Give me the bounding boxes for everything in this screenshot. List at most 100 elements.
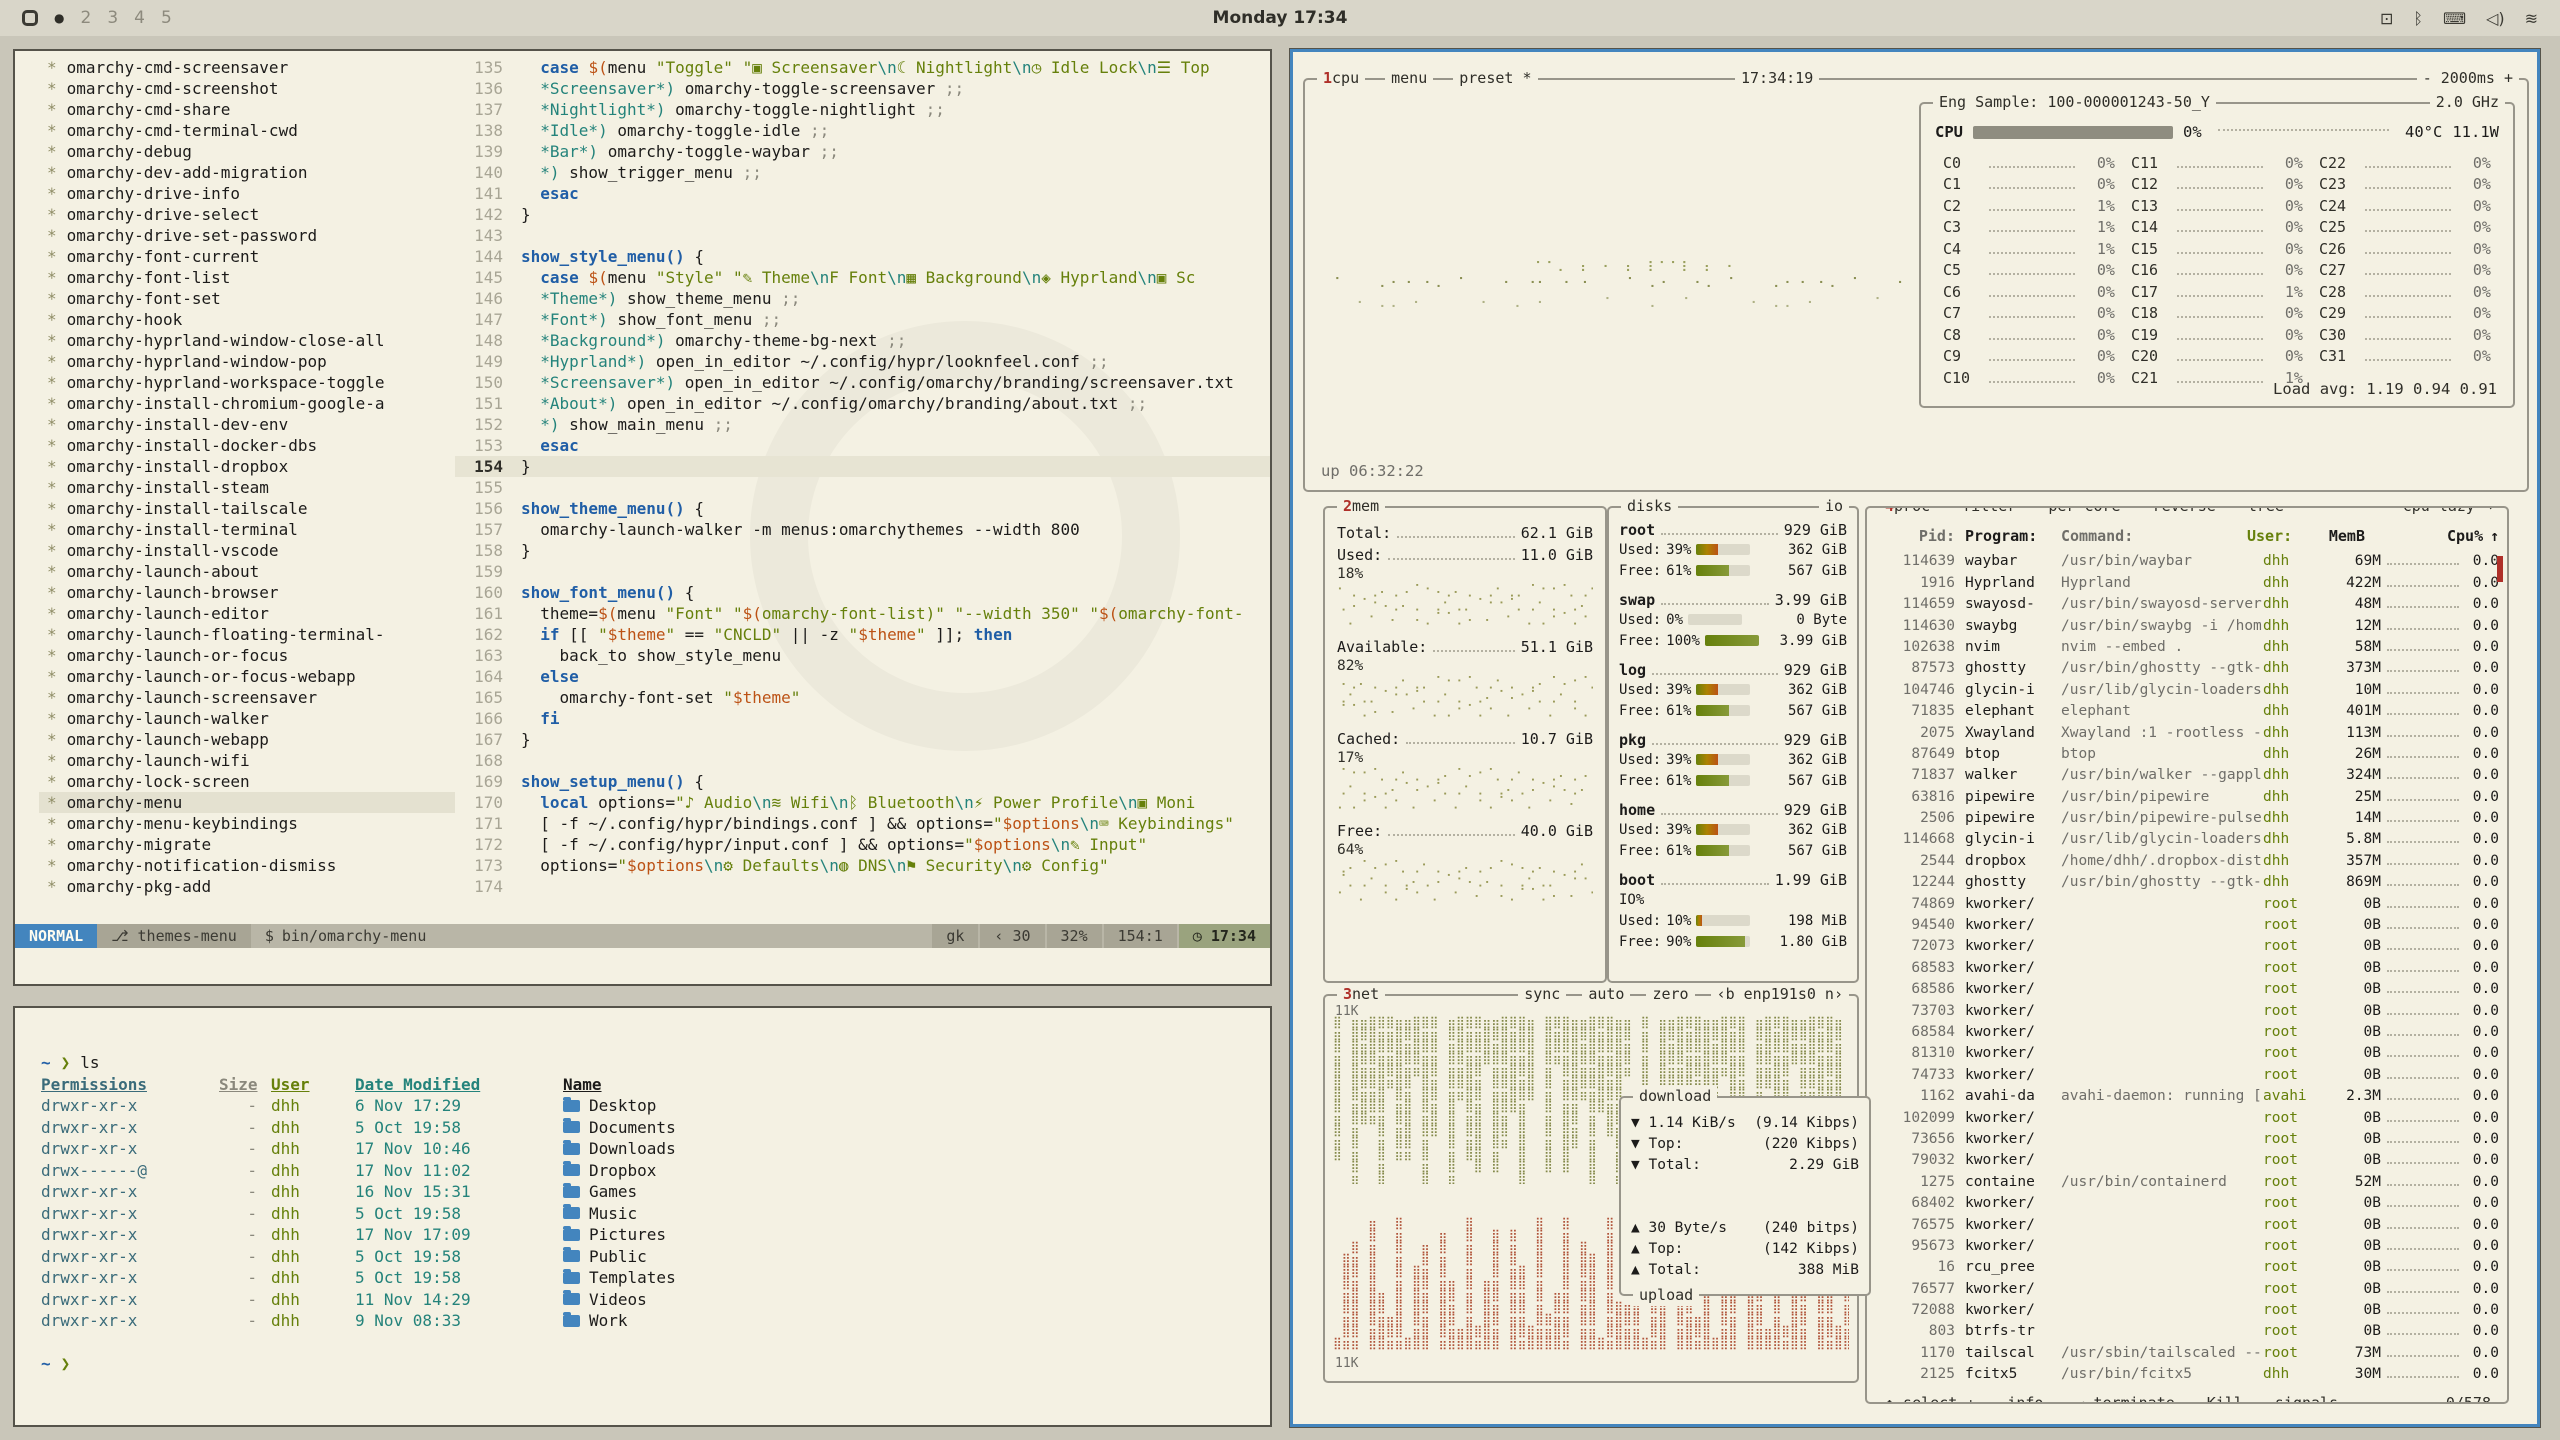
process-row[interactable]: 114668 glycin-i /usr/lib/glycin-loaders … (1877, 826, 2499, 847)
file-item[interactable]: * omarchy-debug (39, 141, 455, 162)
process-row[interactable]: 1162 avahi-da avahi-daemon: running [ av… (1877, 1083, 2499, 1104)
file-item[interactable]: * omarchy-install-steam (39, 477, 455, 498)
cpu-box-tab[interactable]: 1cpu (1317, 68, 1365, 89)
net-interface-switcher[interactable]: ‹b enp191s0 n› (1711, 984, 1849, 1005)
file-item[interactable]: * omarchy-install-docker-dbs (39, 435, 455, 456)
keyboard-icon[interactable]: ⌨ (2443, 9, 2466, 28)
process-row[interactable]: 2075 Xwayland Xwayland :1 -rootless - dh… (1877, 719, 2499, 740)
file-item[interactable]: * omarchy-font-current (39, 246, 455, 267)
file-item[interactable]: * omarchy-install-tailscale (39, 498, 455, 519)
file-item[interactable]: * omarchy-install-terminal (39, 519, 455, 540)
volume-icon[interactable]: ◁) (2486, 9, 2505, 28)
screencast-icon[interactable]: ⊡ (2380, 9, 2393, 28)
workspace-number[interactable]: 3 (107, 8, 118, 28)
mem-box-tab[interactable]: 2mem (1337, 496, 1385, 517)
workspace-number[interactable]: 5 (161, 8, 172, 28)
process-row[interactable]: 87573 ghostty /usr/bin/ghostty --gtk- dh… (1877, 655, 2499, 676)
process-row[interactable]: 74869 kworker/ root 0B 0.0 (1877, 890, 2499, 911)
file-item[interactable]: * omarchy-launch-or-focus (39, 645, 455, 666)
process-row[interactable]: 2506 pipewire /usr/bin/pipewire-pulse dh… (1877, 805, 2499, 826)
file-item[interactable]: * omarchy-drive-info (39, 183, 455, 204)
file-item[interactable]: * omarchy-hook (39, 309, 455, 330)
terminate-control[interactable]: ↵ terminate (2069, 1393, 2180, 1404)
signals-control[interactable]: signals (2269, 1393, 2344, 1404)
file-item[interactable]: * omarchy-drive-select (39, 204, 455, 225)
process-row[interactable]: 12244 ghostty /usr/bin/ghostty --gtk- dh… (1877, 869, 2499, 890)
update-interval-control[interactable]: - 2000ms + (2417, 68, 2519, 89)
preset-button[interactable]: preset * (1453, 68, 1537, 89)
disks-box-tab[interactable]: disks (1621, 496, 1678, 517)
file-item[interactable]: * omarchy-hyprland-workspace-toggle (39, 372, 455, 393)
file-item[interactable]: * omarchy-install-dev-env (39, 414, 455, 435)
file-item[interactable]: * omarchy-drive-set-password (39, 225, 455, 246)
file-item[interactable]: * omarchy-install-vscode (39, 540, 455, 561)
file-item[interactable]: * omarchy-font-set (39, 288, 455, 309)
file-item[interactable]: * omarchy-install-chromium-google-a (39, 393, 455, 414)
file-item[interactable]: * omarchy-lock-screen (39, 771, 455, 792)
process-row[interactable]: 71837 walker /usr/bin/walker --gappl dhh… (1877, 762, 2499, 783)
process-row[interactable]: 1170 tailscal /usr/sbin/tailscaled -- ro… (1877, 1339, 2499, 1360)
file-item[interactable]: * omarchy-launch-webapp (39, 729, 455, 750)
process-row[interactable]: 104746 glycin-i /usr/lib/glycin-loaders … (1877, 676, 2499, 697)
tree-toggle[interactable]: tree (2242, 506, 2290, 517)
process-row[interactable]: 94540 kworker/ root 0B 0.0 (1877, 912, 2499, 933)
net-sync-button[interactable]: sync (1518, 984, 1566, 1005)
bluetooth-icon[interactable]: ᛒ (2413, 9, 2423, 28)
file-item[interactable]: * omarchy-font-list (39, 267, 455, 288)
file-item[interactable]: * omarchy-launch-walker (39, 708, 455, 729)
process-row[interactable]: 102099 kworker/ root 0B 0.0 (1877, 1104, 2499, 1125)
file-item[interactable]: * omarchy-launch-browser (39, 582, 455, 603)
process-row[interactable]: 76577 kworker/ root 0B 0.0 (1877, 1275, 2499, 1296)
process-row[interactable]: 76575 kworker/ root 0B 0.0 (1877, 1211, 2499, 1232)
file-item[interactable]: * omarchy-hyprland-window-close-all (39, 330, 455, 351)
process-row[interactable]: 72073 kworker/ root 0B 0.0 (1877, 933, 2499, 954)
process-row[interactable]: 16 rcu_pree root 0B 0.0 (1877, 1254, 2499, 1275)
file-item[interactable]: * omarchy-menu (39, 792, 455, 813)
file-item[interactable]: * omarchy-cmd-screenshot (39, 78, 455, 99)
file-item[interactable]: * omarchy-launch-or-focus-webapp (39, 666, 455, 687)
reverse-toggle[interactable]: reverse (2147, 506, 2222, 517)
workspace-number[interactable]: 4 (134, 8, 145, 28)
net-zero-button[interactable]: zero (1646, 984, 1694, 1005)
net-auto-button[interactable]: auto (1582, 984, 1630, 1005)
process-row[interactable]: 73656 kworker/ root 0B 0.0 (1877, 1126, 2499, 1147)
file-item[interactable]: * omarchy-cmd-share (39, 99, 455, 120)
workspace-active-indicator[interactable]: ● (54, 11, 64, 25)
process-row[interactable]: 68584 kworker/ root 0B 0.0 (1877, 1019, 2499, 1040)
process-row[interactable]: 114659 swayosd- /usr/bin/swayosd-server … (1877, 591, 2499, 612)
filter-button[interactable]: filter (1956, 506, 2022, 517)
file-item[interactable]: * omarchy-menu-keybindings (39, 813, 455, 834)
process-row[interactable]: 68586 kworker/ root 0B 0.0 (1877, 976, 2499, 997)
process-row[interactable]: 68402 kworker/ root 0B 0.0 (1877, 1190, 2499, 1211)
wifi-icon[interactable]: ≋ (2525, 9, 2538, 28)
process-row[interactable]: 73703 kworker/ root 0B 0.0 (1877, 997, 2499, 1018)
process-row[interactable]: 114639 waybar /usr/bin/waybar dhh 69M 0.… (1877, 548, 2499, 569)
info-control[interactable]: info (2001, 1393, 2049, 1404)
process-row[interactable]: 68583 kworker/ root 0B 0.0 (1877, 954, 2499, 975)
menu-button[interactable]: menu (1385, 68, 1433, 89)
launcher-icon[interactable] (22, 10, 38, 26)
process-row[interactable]: 2125 fcitx5 /usr/bin/fcitx5 dhh 30M 0.0 (1877, 1361, 2499, 1382)
file-item[interactable]: * omarchy-migrate (39, 834, 455, 855)
process-row[interactable]: 63816 pipewire /usr/bin/pipewire dhh 25M… (1877, 783, 2499, 804)
file-item[interactable]: * omarchy-install-dropbox (39, 456, 455, 477)
proc-box-tab[interactable]: 4proc (1879, 506, 1936, 517)
file-item[interactable]: * omarchy-launch-editor (39, 603, 455, 624)
select-control[interactable]: ↑ select ↓ (1879, 1393, 1981, 1404)
process-row[interactable]: 2544 dropbox /home/dhh/.dropbox-dist dhh… (1877, 847, 2499, 868)
file-item[interactable]: * omarchy-dev-add-migration (39, 162, 455, 183)
process-row[interactable]: 1275 containe /usr/bin/containerd root 5… (1877, 1168, 2499, 1189)
process-row[interactable]: 81310 kworker/ root 0B 0.0 (1877, 1040, 2499, 1061)
sort-selector[interactable]: cpu lazy → (2397, 506, 2499, 517)
file-item[interactable]: * omarchy-launch-wifi (39, 750, 455, 771)
file-item[interactable]: * omarchy-hyprland-window-pop (39, 351, 455, 372)
process-row[interactable]: 87649 btop btop dhh 26M 0.0 (1877, 741, 2499, 762)
process-row[interactable]: 95673 kworker/ root 0B 0.0 (1877, 1233, 2499, 1254)
process-row[interactable]: 72088 kworker/ root 0B 0.0 (1877, 1297, 2499, 1318)
process-row[interactable]: 1916 Hyprland Hyprland dhh 422M 0.0 (1877, 569, 2499, 590)
process-row[interactable]: 74733 kworker/ root 0B 0.0 (1877, 1061, 2499, 1082)
per-core-toggle[interactable]: per-core (2042, 506, 2126, 517)
process-row[interactable]: 114630 swaybg /usr/bin/swaybg -i /hom dh… (1877, 612, 2499, 633)
process-row[interactable]: 71835 elephant elephant dhh 401M 0.0 (1877, 698, 2499, 719)
process-row[interactable]: 79032 kworker/ root 0B 0.0 (1877, 1147, 2499, 1168)
